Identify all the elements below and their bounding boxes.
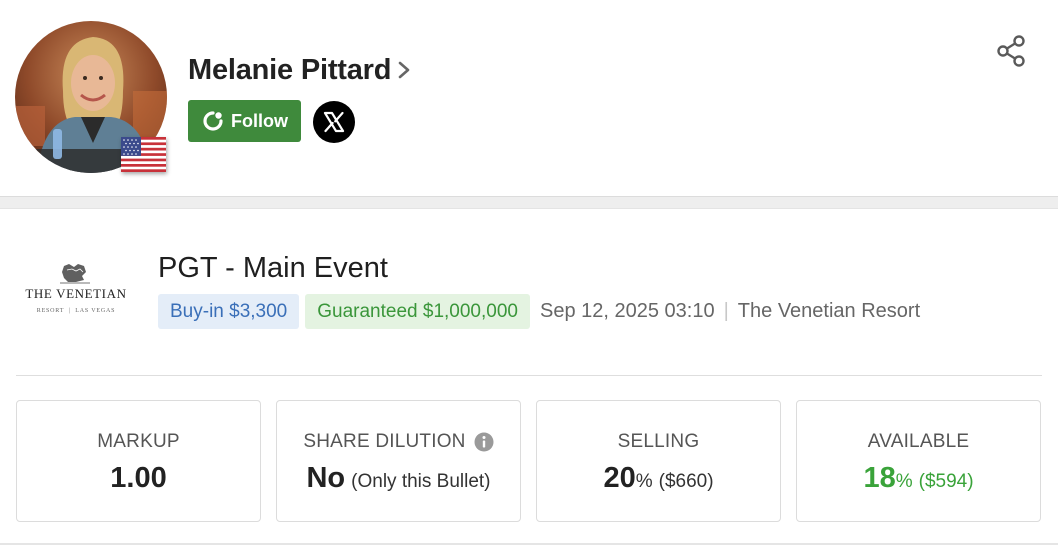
stat-card-share-dilution: SHARE DILUTION No (Only this Bullet) xyxy=(276,400,521,522)
info-icon[interactable] xyxy=(474,432,494,452)
section-divider xyxy=(0,196,1058,209)
stat-label-available: AVAILABLE xyxy=(867,431,970,452)
stat-detail-share-dilution: (Only this Bullet) xyxy=(351,471,491,492)
stat-value-share-dilution: No xyxy=(306,462,346,494)
event-venue: The Venetian Resort xyxy=(737,300,921,322)
stat-detail-available: ($594) xyxy=(918,471,974,492)
meta-separator: | xyxy=(723,300,729,322)
venue-logo-subtitle: RESORT | LAS VEGAS xyxy=(36,308,116,314)
us-flag-icon xyxy=(121,137,166,172)
stat-label-selling: SELLING xyxy=(617,431,700,452)
event-datetime: Sep 12, 2025 03:10 xyxy=(539,300,715,322)
event-title[interactable]: PGT - Main Event xyxy=(158,249,388,287)
event-meta-row: Buy-in $3,300 Guaranteed $1,000,000 Sep … xyxy=(158,294,920,329)
stat-value-selling: 20 xyxy=(603,462,636,494)
guaranteed-badge: Guaranteed $1,000,000 xyxy=(305,294,530,329)
buyin-badge: Buy-in $3,300 xyxy=(158,294,300,329)
chevron-right-icon xyxy=(398,61,410,79)
follow-button[interactable]: Follow xyxy=(188,100,301,142)
venue-logo-name: THE VENETIAN xyxy=(25,286,127,301)
stat-label-markup: MARKUP xyxy=(97,431,180,452)
share-icon[interactable] xyxy=(995,34,1027,68)
player-name: Melanie Pittard xyxy=(188,53,392,86)
stat-value-available: 18 xyxy=(863,462,896,494)
x-logo-icon xyxy=(323,111,345,133)
player-profile-header: Melanie Pittard Follow xyxy=(0,0,1058,196)
follow-icon xyxy=(203,111,223,131)
x-social-button[interactable] xyxy=(313,101,355,143)
stat-card-available: AVAILABLE 18 % ($594) xyxy=(796,400,1041,522)
stat-detail-selling: ($660) xyxy=(658,471,714,492)
stat-card-markup: MARKUP 1.00 xyxy=(16,400,261,522)
stat-card-selling: SELLING 20 % ($660) xyxy=(536,400,781,522)
stat-label-share-dilution: SHARE DILUTION xyxy=(303,431,466,452)
player-name-link[interactable]: Melanie Pittard xyxy=(188,51,411,89)
stat-unit-available: % xyxy=(895,471,913,492)
stat-unit-selling: % xyxy=(635,471,653,492)
content-divider xyxy=(16,375,1042,376)
stat-value-markup: 1.00 xyxy=(110,462,167,494)
venue-logo: THE VENETIAN RESORT | LAS VEGAS xyxy=(14,262,138,322)
follow-label: Follow xyxy=(231,110,288,131)
